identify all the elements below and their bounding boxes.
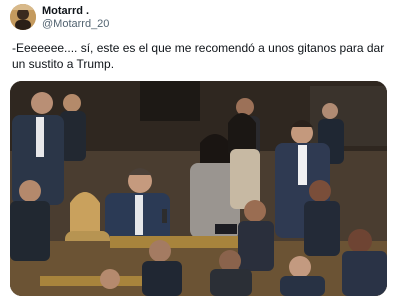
- author-display-name[interactable]: Motarrd .: [42, 5, 109, 18]
- tweet-media[interactable]: [10, 81, 387, 296]
- author-handle[interactable]: @Motarrd_20: [42, 18, 109, 31]
- tweet-card[interactable]: Motarrd . @Motarrd_20 -Eeeeeee.... sí, e…: [0, 0, 401, 296]
- video-frame-icon: [10, 81, 387, 296]
- author-info: Motarrd . @Motarrd_20: [42, 5, 109, 31]
- author-avatar[interactable]: [10, 4, 36, 30]
- tweet-text: -Eeeeeee.... sí, este es el que me recom…: [12, 41, 385, 71]
- profile-avatar-icon: [10, 4, 36, 30]
